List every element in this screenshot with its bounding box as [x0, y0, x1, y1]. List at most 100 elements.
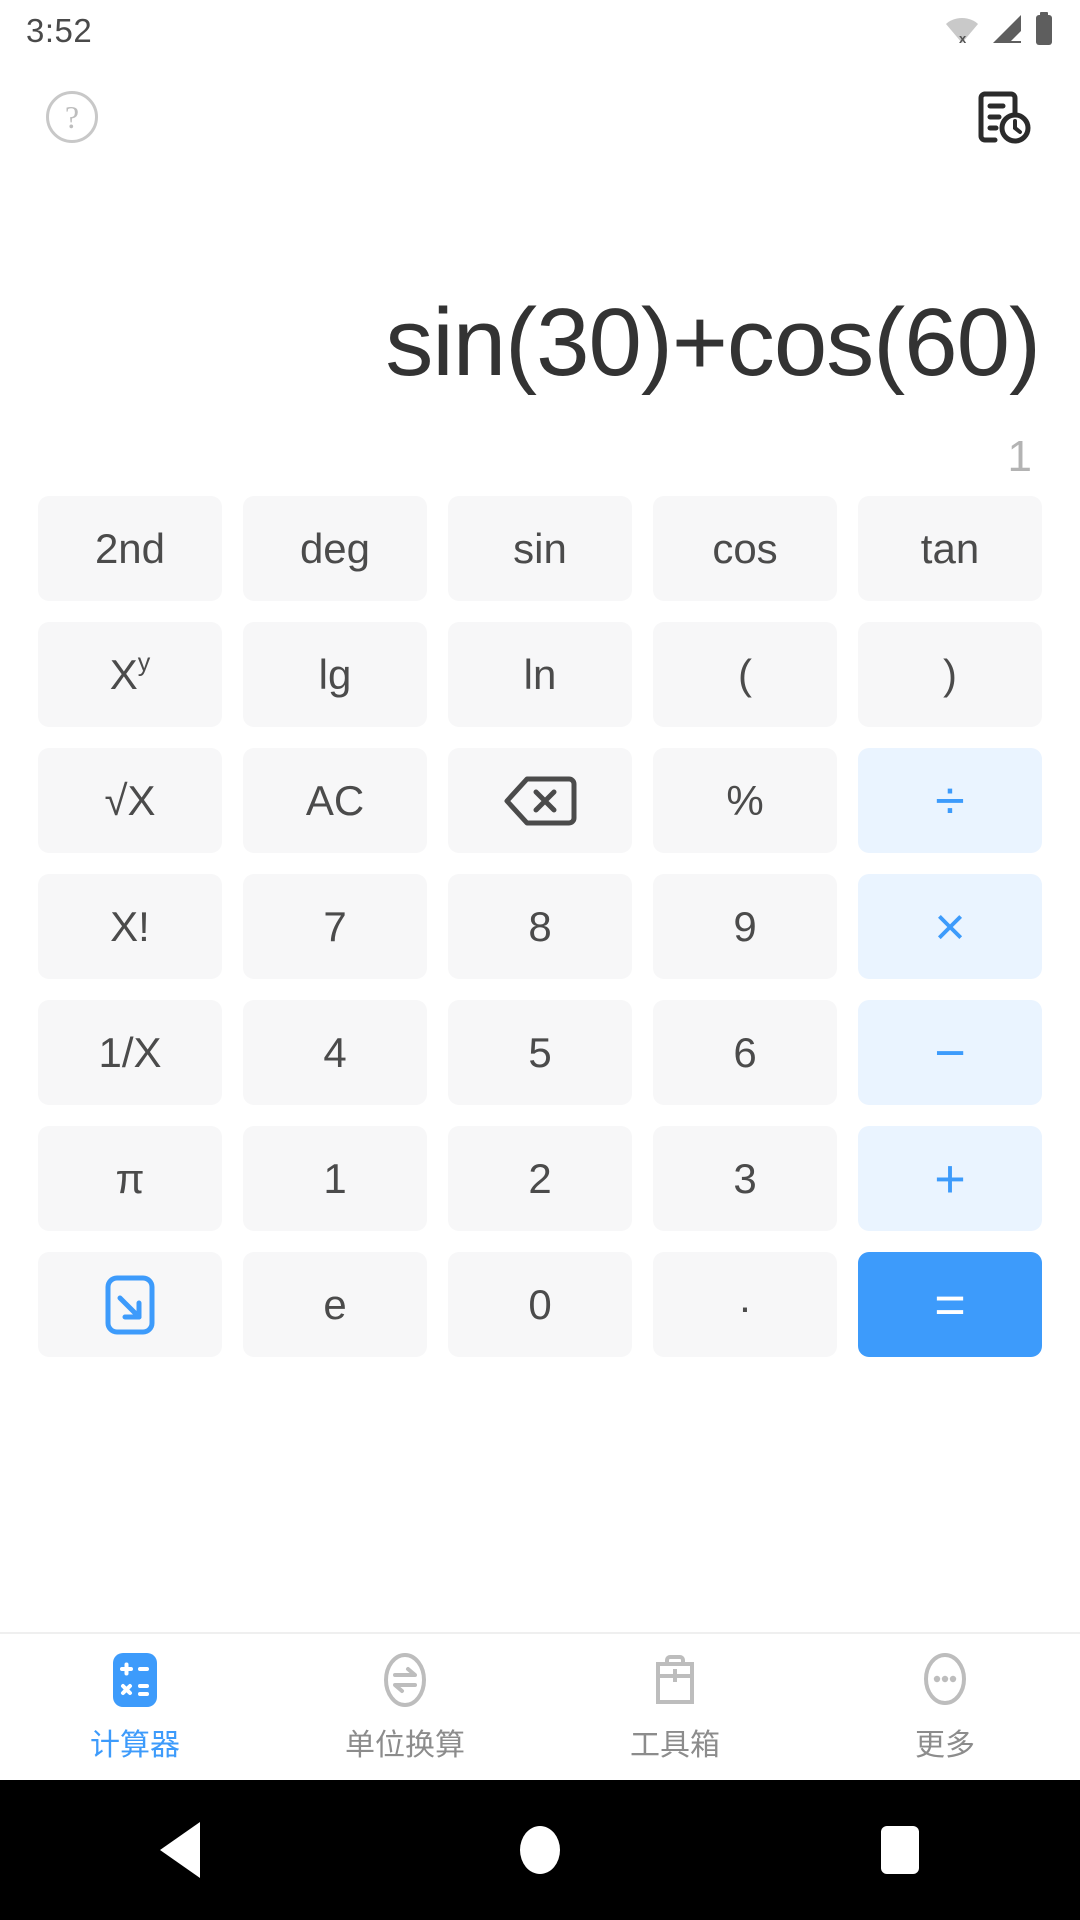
key-collapse-keypad[interactable] — [38, 1252, 222, 1357]
key-close-paren-label: ) — [943, 650, 957, 698]
cellular-signal-icon — [990, 13, 1024, 50]
tab-more[interactable]: 更多 — [810, 1650, 1080, 1764]
expression-text: sin(30)+cos(60) — [385, 289, 1041, 397]
key-pi-label: π — [115, 1154, 145, 1202]
key-sin-label: sin — [513, 524, 567, 572]
status-bar-clock: 3:52 — [26, 12, 93, 49]
key-7[interactable]: 7 — [243, 874, 427, 979]
key-cos-label: cos — [712, 524, 778, 572]
key-open-paren-label: ( — [738, 650, 752, 698]
key-deg-label: deg — [299, 524, 371, 572]
key-multiply-label: × — [934, 896, 966, 957]
status-bar-icons: x — [944, 11, 1054, 51]
key-4-label: 4 — [323, 1028, 347, 1076]
unit-convert-icon — [384, 1653, 426, 1707]
key-pi[interactable]: π — [38, 1126, 222, 1231]
key-square-root-label: √X — [104, 776, 156, 824]
key-all-clear[interactable]: AC — [243, 748, 427, 853]
key-3-label: 3 — [733, 1154, 757, 1202]
key-8[interactable]: 8 — [448, 874, 632, 979]
more-dots-icon — [924, 1653, 966, 1705]
key-reciprocal-label: 1/X — [98, 1028, 162, 1076]
key-open-paren[interactable]: ( — [653, 622, 837, 727]
key-multiply[interactable]: × — [858, 874, 1042, 979]
key-5-label: 5 — [528, 1028, 552, 1076]
key-lg[interactable]: lg — [243, 622, 427, 727]
key-e[interactable]: e — [243, 1252, 427, 1357]
bottom-tab-bar: 计算器 单位换算 工具箱 更多 — [0, 1632, 1080, 1780]
key-backspace[interactable] — [448, 748, 632, 853]
result-text: 1 — [1007, 432, 1032, 481]
toolbox-icon — [656, 1655, 694, 1704]
top-action-bar: ? — [0, 62, 1080, 172]
calculator-icon — [113, 1653, 157, 1707]
key-ln-label: ln — [523, 650, 557, 698]
key-2-label: 2 — [528, 1154, 552, 1202]
svg-text:x: x — [959, 31, 967, 46]
key-add[interactable]: + — [858, 1126, 1042, 1231]
tab-toolbox[interactable]: 工具箱 — [540, 1650, 810, 1764]
keypad: 2nd deg sin cos tan Xy lg ln () √X AC% ÷ X! 7 8 9 × 1/X 4 5… — [0, 482, 1080, 1357]
key-e-label: e — [323, 1280, 347, 1328]
key-1-label: 1 — [323, 1154, 347, 1202]
tab-calculator-label: 计算器 — [90, 1729, 180, 1762]
wifi-off-icon: x — [944, 12, 980, 51]
backspace-icon — [504, 776, 577, 825]
key-factorial-label: X! — [110, 902, 150, 950]
key-0-label: 0 — [528, 1280, 552, 1328]
key-sin[interactable]: sin — [448, 496, 632, 601]
key-percent[interactable]: % — [653, 748, 837, 853]
key-0[interactable]: 0 — [448, 1252, 632, 1357]
key-subtract[interactable]: − — [858, 1000, 1042, 1105]
key-decimal-point[interactable]: . — [653, 1252, 837, 1357]
android-navigation-bar — [0, 1780, 1080, 1920]
key-close-paren[interactable]: ) — [858, 622, 1042, 727]
key-9[interactable]: 9 — [653, 874, 837, 979]
back-triangle-icon[interactable] — [120, 1800, 240, 1900]
key-factorial[interactable]: X! — [38, 874, 222, 979]
help-circle-icon[interactable]: ? — [46, 91, 98, 143]
key-lg-label: lg — [318, 650, 352, 698]
key-4[interactable]: 4 — [243, 1000, 427, 1105]
key-tan[interactable]: tan — [858, 496, 1042, 601]
key-subtract-label: − — [934, 1022, 966, 1083]
key-6[interactable]: 6 — [653, 1000, 837, 1105]
key-ln[interactable]: ln — [448, 622, 632, 727]
key-reciprocal[interactable]: 1/X — [38, 1000, 222, 1105]
tab-toolbox-label: 工具箱 — [630, 1729, 720, 1762]
key-2nd[interactable]: 2nd — [38, 496, 222, 601]
key-equals[interactable]: = — [858, 1252, 1042, 1357]
status-bar: 3:52 x — [0, 0, 1080, 62]
tab-calculator[interactable]: 计算器 — [0, 1650, 270, 1764]
key-9-label: 9 — [733, 902, 757, 950]
battery-full-icon — [1034, 11, 1054, 51]
recents-square-icon[interactable] — [840, 1800, 960, 1900]
key-2[interactable]: 2 — [448, 1126, 632, 1231]
key-square-root[interactable]: √X — [38, 748, 222, 853]
key-power-label: X — [109, 650, 138, 698]
key-percent-label: % — [726, 776, 764, 824]
key-equals-label: = — [934, 1274, 966, 1335]
home-circle-icon[interactable] — [480, 1800, 600, 1900]
key-5[interactable]: 5 — [448, 1000, 632, 1105]
key-2nd-label: 2nd — [94, 524, 166, 572]
key-3[interactable]: 3 — [653, 1126, 837, 1231]
collapse-keypad-icon — [105, 1275, 155, 1334]
key-add-label: + — [934, 1148, 966, 1209]
key-cos[interactable]: cos — [653, 496, 837, 601]
key-power[interactable]: Xy — [38, 622, 222, 727]
key-divide[interactable]: ÷ — [858, 748, 1042, 853]
key-deg[interactable]: deg — [243, 496, 427, 601]
key-6-label: 6 — [733, 1028, 757, 1076]
key-divide-label: ÷ — [935, 770, 965, 831]
history-document-icon[interactable] — [972, 86, 1034, 148]
tab-unit-conversion[interactable]: 单位换算 — [270, 1650, 540, 1764]
calculator-display[interactable]: sin(30)+cos(60) 1 — [0, 172, 1080, 482]
key-tan-label: tan — [920, 524, 980, 572]
key-7-label: 7 — [323, 902, 347, 950]
key-1[interactable]: 1 — [243, 1126, 427, 1231]
key-decimal-point-label: . — [739, 1273, 751, 1321]
tab-more-label: 更多 — [915, 1729, 975, 1762]
key-8-label: 8 — [528, 902, 552, 950]
key-all-clear-label: AC — [305, 776, 365, 824]
